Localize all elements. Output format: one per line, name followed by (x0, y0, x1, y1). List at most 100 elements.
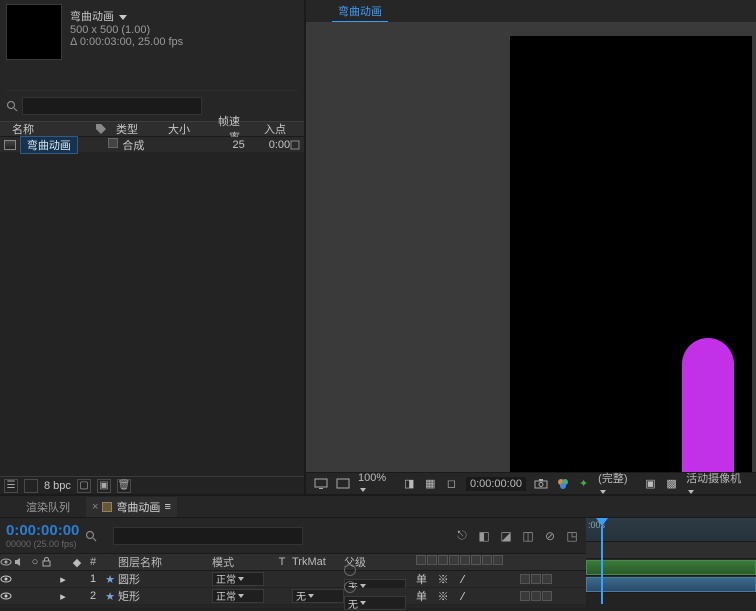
timeline-search-input[interactable] (113, 527, 303, 545)
search-icon[interactable] (85, 530, 97, 542)
tab-comp[interactable]: × 弯曲动画 ≡ (86, 497, 177, 517)
layer-bar[interactable] (586, 577, 756, 592)
project-list[interactable]: 弯曲动画 合成 25 0:00 (0, 137, 304, 476)
comp-tab[interactable]: 弯曲动画 (332, 1, 388, 22)
layer-switches[interactable]: 单 ※ / (416, 571, 516, 587)
mode-select[interactable]: 正常 (212, 589, 264, 603)
layer-row[interactable]: ▸ 2 ★ 矩形 正常 无 (0, 588, 586, 605)
parent-select[interactable]: 无 (344, 596, 406, 610)
layer-number: 2 (84, 590, 102, 602)
col-tag[interactable] (96, 124, 116, 134)
layer-name[interactable]: 圆形 (118, 571, 212, 587)
search-icon[interactable] (6, 100, 18, 112)
track-row[interactable] (586, 576, 756, 593)
draft3d-button[interactable]: ◧ (476, 528, 492, 544)
bpc-label: 8 bpc (44, 480, 71, 492)
col-solo-icon[interactable]: ○ (28, 556, 42, 568)
col-lock-icon[interactable] (42, 557, 56, 567)
pick-whip-icon[interactable] (344, 564, 356, 576)
frame-blend-button[interactable]: ◫ (520, 528, 536, 544)
timeline-column-headers: ○ ◆ # 图层名称 模式 T TrkMat 父级 (0, 554, 586, 571)
comp-mini-flowchart-button[interactable]: ⎋ (454, 528, 470, 544)
viewer-time[interactable]: 0:00:00:00 (466, 477, 526, 491)
tab-render-queue[interactable]: 渲染队列 (20, 497, 76, 517)
cti-line[interactable] (601, 526, 603, 604)
pick-whip-icon[interactable] (344, 581, 356, 593)
col-trkmat[interactable]: TrkMat (292, 556, 344, 568)
half-res-icon[interactable]: ◨ (403, 477, 416, 491)
col-label-icon[interactable]: ◆ (70, 556, 84, 569)
timeline-timecode[interactable]: 0:00:00:00 (6, 522, 79, 539)
current-time-indicator[interactable] (596, 518, 608, 526)
resolution-select[interactable]: (完整) (598, 470, 636, 498)
col-size[interactable]: 大小 (168, 121, 208, 137)
channel-icon[interactable] (556, 477, 569, 491)
dropdown-icon (360, 488, 366, 492)
transparency-grid-icon[interactable]: ▩ (665, 477, 678, 491)
composition-thumbnail[interactable] (6, 4, 62, 60)
bpc-toggle-button[interactable] (24, 479, 38, 493)
layer-row[interactable]: ▸ 1 ★ 圆形 正常 无 (0, 571, 586, 588)
shy-button[interactable]: ◪ (498, 528, 514, 544)
col-type[interactable]: 类型 (116, 121, 168, 137)
dropdown-icon (238, 577, 244, 581)
project-footer: ☰ 8 bpc ▢ ▣ 🗑 (0, 476, 304, 494)
timeline-tracks[interactable]: :00s (586, 518, 756, 608)
project-search-input[interactable] (22, 97, 202, 115)
layer-bar[interactable] (586, 560, 756, 575)
viewer[interactable] (306, 22, 756, 472)
expand-icon[interactable]: ▸ (56, 590, 70, 603)
label-swatch[interactable] (108, 138, 118, 148)
time-ruler[interactable]: :00s (586, 518, 756, 542)
region-icon[interactable]: ▣ (644, 477, 657, 491)
color-mgmt-icon[interactable]: ✦ (577, 477, 590, 491)
project-item-title[interactable]: 弯曲动画 (70, 8, 183, 24)
switch-boxes[interactable] (520, 574, 552, 584)
col-mode[interactable]: 模式 (212, 554, 272, 570)
comp-label-swatch (102, 502, 112, 512)
item-duration: Δ 0:00:03:00, 25.00 fps (70, 36, 183, 48)
shape-icon: ★ (102, 590, 118, 603)
switch-boxes[interactable] (520, 591, 552, 601)
mode-select[interactable]: 正常 (212, 572, 264, 586)
col-t[interactable]: T (272, 556, 292, 568)
col-in[interactable]: 入点 (246, 121, 286, 137)
new-comp-button[interactable]: ▣ (97, 479, 111, 493)
trkmat-select[interactable]: 无 (292, 589, 344, 603)
visibility-toggle[interactable] (0, 592, 14, 600)
track-row[interactable] (586, 559, 756, 576)
tab-menu-icon[interactable]: ≡ (164, 501, 170, 513)
shape-pill[interactable] (682, 338, 734, 472)
snapshot-icon[interactable] (534, 477, 548, 491)
col-switches[interactable] (416, 555, 516, 569)
col-layer-name[interactable]: 图层名称 (118, 554, 212, 570)
delete-button[interactable]: 🗑 (117, 479, 131, 493)
visibility-toggle[interactable] (0, 575, 14, 583)
viewer-footer: 100% ◨ ▦ ◻ 0:00:00:00 ✦ (完整) ▣ ▩ 活动摄像机 (306, 472, 756, 494)
col-audio-icon[interactable] (14, 557, 28, 567)
timeline-panel: 渲染队列 × 弯曲动画 ≡ 0:00:00:00 00000 (25.00 fp… (0, 494, 756, 608)
col-visibility-icon[interactable] (0, 558, 14, 566)
screen-icon[interactable] (314, 477, 328, 491)
camera-select[interactable]: 活动摄像机 (686, 470, 748, 498)
layer-number: 1 (84, 573, 102, 585)
new-folder-button[interactable]: ▢ (77, 479, 91, 493)
grid-icon[interactable]: ▦ (424, 477, 437, 491)
monitor-icon[interactable] (336, 477, 350, 491)
dropdown-icon[interactable] (119, 15, 127, 20)
comp-canvas[interactable] (510, 36, 752, 472)
settings-icon[interactable] (290, 140, 304, 150)
row-name[interactable]: 弯曲动画 (20, 136, 78, 154)
interpret-footage-button[interactable]: ☰ (4, 479, 18, 493)
col-number[interactable]: # (84, 556, 102, 568)
layer-name[interactable]: 矩形 (118, 588, 212, 604)
zoom-select[interactable]: 100% (358, 472, 395, 496)
layer-switches[interactable]: 单 ※ / (416, 588, 516, 604)
close-icon[interactable]: × (92, 501, 98, 513)
expand-icon[interactable]: ▸ (56, 573, 70, 586)
mask-icon[interactable]: ◻ (445, 477, 458, 491)
motion-blur-button[interactable]: ⊘ (542, 528, 558, 544)
project-row[interactable]: 弯曲动画 合成 25 0:00 (0, 137, 304, 153)
graph-editor-button[interactable]: ◳ (564, 528, 580, 544)
timeline-headers-spacer (586, 542, 756, 559)
